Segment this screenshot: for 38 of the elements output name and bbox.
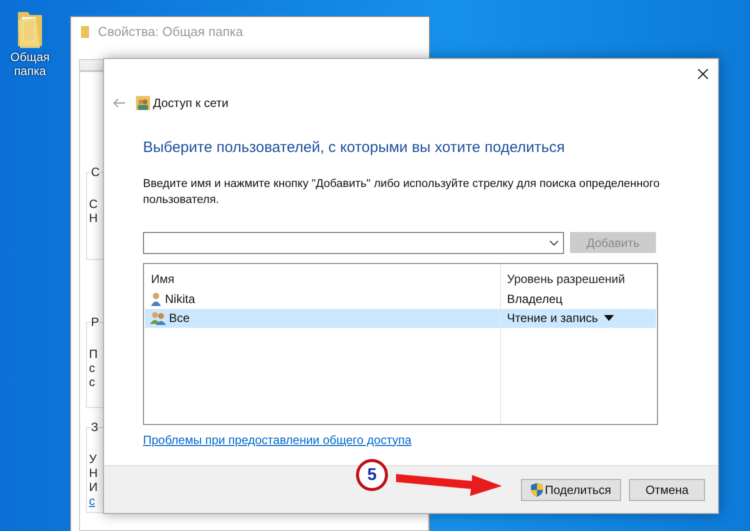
group-title: С — [91, 165, 100, 179]
network-share-icon — [136, 96, 150, 110]
instructions: Введите имя и нажмите кнопку "Добавить" либо используйте стрелку для поиска определенного пользователя. — [143, 176, 661, 208]
label: Н — [89, 466, 98, 480]
share-button[interactable]: Поделиться — [521, 478, 621, 500]
dropdown-arrow-icon[interactable] — [604, 315, 614, 321]
close-icon — [698, 69, 708, 79]
label: Н — [89, 211, 98, 225]
label: С — [89, 197, 98, 211]
label: И — [89, 480, 98, 494]
label: У — [89, 452, 97, 466]
label: П — [89, 347, 98, 361]
column-header[interactable]: Уровень разрешений — [500, 270, 625, 288]
users-icon — [150, 311, 166, 325]
shield-icon — [530, 482, 543, 496]
user-combo-box[interactable] — [143, 232, 564, 254]
user-icon — [150, 292, 162, 306]
user-name: Nikita — [165, 291, 196, 308]
group-title: З — [91, 420, 98, 434]
link[interactable]: с — [89, 494, 95, 508]
label: с — [89, 375, 95, 389]
cancel-button[interactable]: Отмена — [629, 478, 705, 500]
dialog-title: Доступ к сети — [153, 95, 228, 112]
user-row[interactable]: Nikita Владелец — [145, 290, 656, 308]
folder-icon — [80, 25, 90, 39]
permission-level: Владелец — [507, 291, 563, 308]
group-title: Р — [91, 315, 100, 329]
column-header[interactable]: Имя — [144, 270, 500, 288]
dialog-heading: Выберите пользователей, с которыми вы хотите поделиться — [143, 138, 566, 158]
window-title: Свойства: Общая папка — [98, 23, 243, 42]
back-arrow-icon[interactable] — [112, 98, 126, 108]
user-name: Все — [169, 310, 190, 327]
permission-level: Чтение и запись — [507, 310, 598, 327]
user-row[interactable]: Все Чтение и запись — [145, 308, 656, 328]
label: с — [89, 361, 95, 375]
desktop-icon-label: Общая папка — [9, 50, 51, 78]
help-link[interactable]: Проблемы при предоставлении общего доступа — [143, 430, 412, 448]
chevron-down-icon — [549, 240, 559, 246]
